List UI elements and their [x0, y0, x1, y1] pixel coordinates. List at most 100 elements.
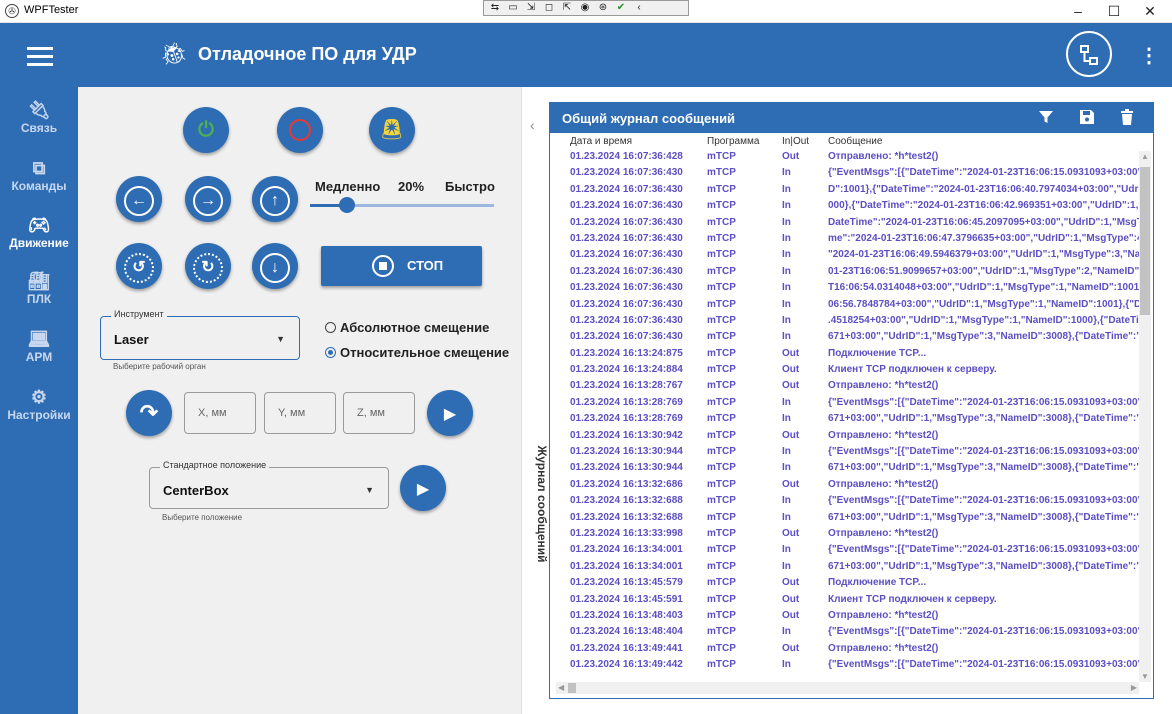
radio-relative-offset[interactable]: Относительное смещение: [325, 345, 509, 360]
cell-message: {"EventMsgs":[{"DateTime":"2024-01-23T16…: [828, 396, 1139, 408]
table-row[interactable]: 01.23.2024 16:07:36:430 mTCP In me":"2024-0…: [556, 233, 1139, 249]
column-header-inout[interactable]: In|Out: [782, 136, 812, 147]
table-row[interactable]: 01.23.2024 16:07:36:430 mTCP In "2024-01-23…: [556, 249, 1139, 265]
rotate-ccw-button[interactable]: ↺: [116, 243, 162, 289]
vertical-scroll-thumb[interactable]: [1140, 167, 1150, 315]
move-left-button[interactable]: ←: [116, 176, 162, 222]
table-row[interactable]: 01.23.2024 16:07:36:430 mTCP In 671+03:00",…: [556, 331, 1139, 347]
display-adorners-icon[interactable]: ▭: [506, 2, 520, 14]
network-connection-button[interactable]: [1066, 31, 1112, 77]
cell-datetime: 01.23.2024 16:13:48:403: [570, 609, 683, 621]
stop-button[interactable]: СТОП: [321, 246, 482, 286]
table-row[interactable]: 01.23.2024 16:13:45:579 mTCP Out Подключени…: [556, 577, 1139, 593]
vertical-scrollbar[interactable]: ▲ ▼: [1139, 151, 1151, 682]
scroll-up-icon[interactable]: ▲: [1141, 152, 1149, 161]
record-button[interactable]: [277, 107, 323, 153]
horizontal-scrollbar[interactable]: ◀ ▶: [556, 682, 1139, 694]
hamburger-menu-icon[interactable]: [27, 47, 53, 66]
table-row[interactable]: 01.23.2024 16:13:28:769 mTCP In {"EventMsgs…: [556, 397, 1139, 413]
table-row[interactable]: 01.23.2024 16:13:45:591 mTCP Out Клиент TCP…: [556, 594, 1139, 610]
table-row[interactable]: 01.23.2024 16:13:32:686 mTCP Out Отправлено…: [556, 479, 1139, 495]
z-coordinate-input[interactable]: Z, мм: [343, 392, 415, 434]
scroll-left-icon[interactable]: ◀: [558, 683, 564, 692]
hot-reload-icon[interactable]: ⇱: [560, 2, 574, 14]
check-ok-icon[interactable]: ✔: [614, 2, 628, 14]
move-down-button[interactable]: ↓: [252, 243, 298, 289]
column-header-datetime[interactable]: Дата и время: [570, 136, 710, 147]
maximize-button[interactable]: ☐: [1099, 2, 1129, 20]
instrument-select[interactable]: Инструмент Laser ▼: [100, 309, 300, 360]
cell-datetime: 01.23.2024 16:13:28:769: [570, 413, 683, 425]
cell-datetime: 01.23.2024 16:13:30:944: [570, 462, 683, 474]
table-row[interactable]: 01.23.2024 16:07:36:430 mTCP In 01-23T16:06…: [556, 266, 1139, 282]
chevron-left-icon[interactable]: ‹: [530, 117, 535, 133]
table-row[interactable]: 01.23.2024 16:13:24:884 mTCP Out Клиент TCP…: [556, 364, 1139, 380]
cell-program: mTCP: [707, 265, 736, 277]
close-button[interactable]: ✕: [1135, 2, 1165, 20]
table-row[interactable]: 01.23.2024 16:13:34:001 mTCP In {"EventMsgs…: [556, 544, 1139, 560]
table-row[interactable]: 01.23.2024 16:13:49:441 mTCP Out Отправлено…: [556, 643, 1139, 659]
column-header-message[interactable]: Сообщение: [828, 136, 1139, 147]
table-row[interactable]: 01.23.2024 16:13:30:944 mTCP In {"EventMsgs…: [556, 446, 1139, 462]
arrow-down-icon: ↓: [260, 253, 290, 283]
table-row[interactable]: 01.23.2024 16:07:36:430 mTCP In D":1001},{"…: [556, 184, 1139, 200]
table-row[interactable]: 01.23.2024 16:13:28:767 mTCP Out Отправлено…: [556, 380, 1139, 396]
nav-item-commands[interactable]: ⧉ Команды: [0, 157, 78, 193]
nav-item-plc[interactable]: 🏭︎ ПЛК: [0, 270, 78, 306]
table-row[interactable]: 01.23.2024 16:07:36:430 mTCP In {"EventMsgs…: [556, 167, 1139, 183]
delete-icon[interactable]: [1120, 109, 1134, 129]
log-collapse-strip[interactable]: ‹ Журнал сообщений: [521, 87, 549, 714]
table-row[interactable]: 01.23.2024 16:07:36:430 mTCP In T16:06:54.0…: [556, 282, 1139, 298]
minimize-button[interactable]: –: [1063, 2, 1093, 20]
move-to-coords-button[interactable]: ↷: [126, 390, 172, 436]
save-icon[interactable]: [1079, 109, 1095, 129]
rotate-cw-button[interactable]: ↻: [185, 243, 231, 289]
code-icon: ⧉: [32, 158, 46, 178]
nav-item-motion[interactable]: 🎮︎ Движение: [0, 214, 78, 250]
table-row[interactable]: 01.23.2024 16:13:30:944 mTCP In 671+03:00",…: [556, 462, 1139, 478]
horizontal-scroll-thumb[interactable]: [568, 683, 576, 693]
nav-item-settings[interactable]: ⚙︎ Настройки: [0, 386, 78, 422]
table-row[interactable]: 01.23.2024 16:13:32:688 mTCP In 671+03:00",…: [556, 512, 1139, 528]
move-up-button[interactable]: ↑: [252, 176, 298, 222]
move-right-button[interactable]: →: [185, 176, 231, 222]
standard-position-select[interactable]: Стандартное положение CenterBox ▼: [149, 460, 389, 509]
scroll-right-icon[interactable]: ▶: [1131, 683, 1137, 692]
table-row[interactable]: 01.23.2024 16:13:28:769 mTCP In 671+03:00",…: [556, 413, 1139, 429]
table-row[interactable]: 01.23.2024 16:13:33:998 mTCP Out Отправлено…: [556, 528, 1139, 544]
table-row[interactable]: 01.23.2024 16:07:36:430 mTCP In DateTime":"…: [556, 217, 1139, 233]
binding-failures-icon[interactable]: ◉: [578, 2, 592, 14]
scroll-down-icon[interactable]: ▼: [1141, 672, 1149, 681]
table-row[interactable]: 01.23.2024 16:07:36:430 mTCP In 06:56.78487…: [556, 299, 1139, 315]
table-row[interactable]: 01.23.2024 16:13:48:404 mTCP In {"EventMsgs…: [556, 626, 1139, 642]
nav-item-connection[interactable]: 🔌︎ Связь: [0, 99, 78, 135]
table-row[interactable]: 01.23.2024 16:13:34:001 mTCP In 671+03:00",…: [556, 561, 1139, 577]
layout-adorners-icon[interactable]: ◻: [542, 2, 556, 14]
table-row[interactable]: 01.23.2024 16:13:30:942 mTCP Out Отправлено…: [556, 430, 1139, 446]
alarm-off-button[interactable]: 🚨︎: [369, 107, 415, 153]
radio-absolute-offset[interactable]: Абсолютное смещение: [325, 320, 489, 335]
power-button[interactable]: ⏻: [183, 107, 229, 153]
table-row[interactable]: 01.23.2024 16:13:48:403 mTCP Out Отправлено…: [556, 610, 1139, 626]
go-standard-position-button[interactable]: ▶: [400, 465, 446, 511]
redo-arrow-icon: ↷: [139, 400, 159, 425]
table-row[interactable]: 01.23.2024 16:13:24:875 mTCP Out Подключени…: [556, 348, 1139, 364]
collapse-toolbar-icon[interactable]: ‹: [632, 2, 646, 14]
log-table[interactable]: Дата и время Программа In|Out Сообщение …: [556, 136, 1139, 682]
run-coords-button[interactable]: ▶: [427, 390, 473, 436]
filter-icon[interactable]: [1038, 109, 1054, 129]
table-row[interactable]: 01.23.2024 16:13:49:442 mTCP In {"EventMsgs…: [556, 659, 1139, 675]
column-header-program[interactable]: Программа: [707, 136, 767, 147]
table-row[interactable]: 01.23.2024 16:07:36:430 mTCP In .4518254+03…: [556, 315, 1139, 331]
nav-item-arm[interactable]: 💻︎ АРМ: [0, 328, 78, 364]
accessibility-icon[interactable]: ⊛: [596, 2, 610, 14]
table-row[interactable]: 01.23.2024 16:07:36:428 mTCP Out Отправлено…: [556, 151, 1139, 167]
select-element-icon[interactable]: ⇆: [488, 2, 502, 14]
y-coordinate-input[interactable]: Y, мм: [264, 392, 336, 434]
x-coordinate-input[interactable]: X, мм: [184, 392, 256, 434]
table-row[interactable]: 01.23.2024 16:13:32:688 mTCP In {"EventMsgs…: [556, 495, 1139, 511]
speed-slider-thumb[interactable]: [338, 197, 355, 213]
track-focus-icon[interactable]: ⇲: [524, 2, 538, 14]
table-row[interactable]: 01.23.2024 16:07:36:430 mTCP In 000},{"Date…: [556, 200, 1139, 216]
more-options-icon[interactable]: ⋮: [1139, 43, 1159, 68]
